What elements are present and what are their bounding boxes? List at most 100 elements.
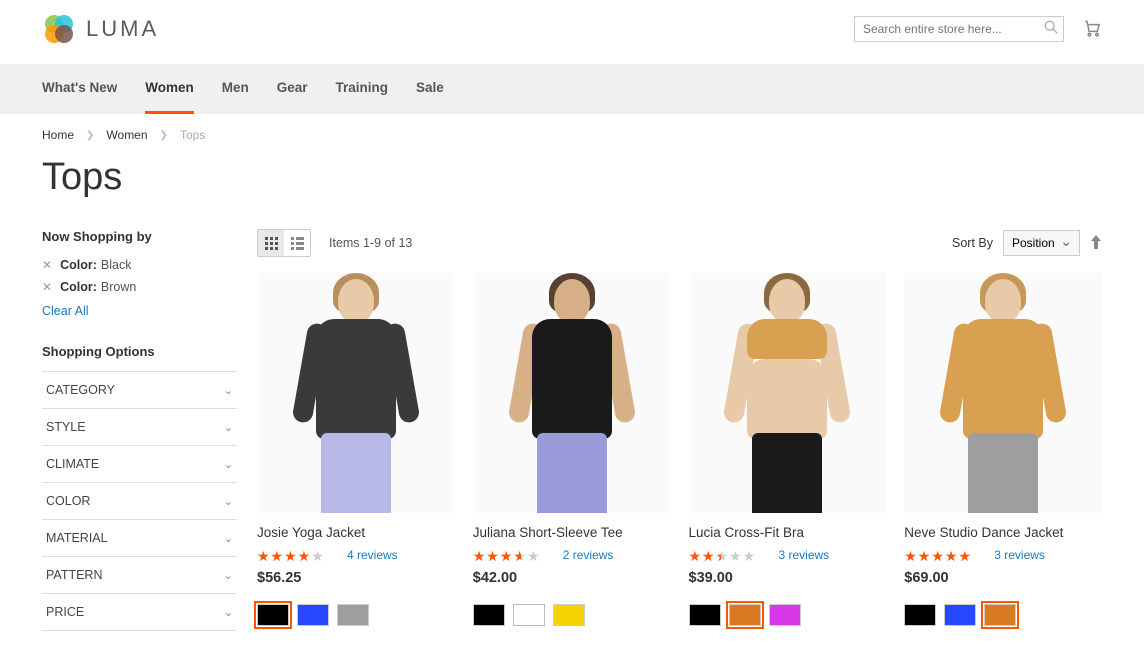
chevron-down-icon: ⌄	[224, 569, 233, 582]
chevron-right-icon: ❯	[160, 130, 168, 141]
color-swatch[interactable]	[337, 604, 369, 626]
filter-value: Brown	[101, 280, 136, 294]
view-mode-grid[interactable]	[258, 230, 284, 256]
product-name[interactable]: Juliana Short-Sleeve Tee	[473, 525, 671, 540]
cart-icon[interactable]	[1082, 18, 1102, 41]
filter-option-pattern[interactable]: PATTERN ⌄	[42, 556, 237, 593]
filter-option-label: CLIMATE	[46, 457, 99, 471]
color-swatch[interactable]	[297, 604, 329, 626]
page-title: Tops	[0, 156, 1144, 219]
chevron-down-icon: ⌄	[224, 532, 233, 545]
filter-value: Black	[101, 258, 132, 272]
product-card: Lucia Cross-Fit Bra ★★★★★★★★★★ 3 reviews $3…	[689, 273, 887, 626]
product-price: $69.00	[904, 570, 1102, 586]
color-swatch[interactable]	[944, 604, 976, 626]
product-rating: ★★★★★★★★★★	[904, 548, 984, 562]
nav-item-sale[interactable]: Sale	[416, 64, 444, 114]
logo[interactable]: LUMA	[42, 12, 159, 46]
search-box	[854, 16, 1064, 42]
sort-by-select[interactable]: Position	[1003, 230, 1080, 256]
breadcrumb-tops: Tops	[180, 128, 205, 142]
view-mode-list[interactable]	[284, 230, 310, 256]
logo-icon	[42, 12, 76, 46]
filter-option-label: PATTERN	[46, 568, 102, 582]
product-card: Josie Yoga Jacket ★★★★★★★★★★ 4 reviews $56.…	[257, 273, 455, 626]
product-name[interactable]: Lucia Cross-Fit Bra	[689, 525, 887, 540]
color-swatch[interactable]	[473, 604, 505, 626]
clear-all-link[interactable]: Clear All	[42, 304, 237, 318]
filter-option-material[interactable]: MATERIAL ⌄	[42, 519, 237, 556]
filter-option-climate[interactable]: CLIMATE ⌄	[42, 445, 237, 482]
list-icon	[291, 237, 304, 250]
product-image[interactable]	[257, 273, 455, 513]
color-swatch[interactable]	[689, 604, 721, 626]
remove-filter-icon[interactable]: ✕	[42, 280, 52, 294]
nav-item-gear[interactable]: Gear	[277, 64, 308, 114]
filter-option-label: CATEGORY	[46, 383, 115, 397]
product-image[interactable]	[689, 273, 887, 513]
search-input[interactable]	[854, 16, 1064, 42]
color-swatch[interactable]	[553, 604, 585, 626]
chevron-down-icon: ⌄	[224, 384, 233, 397]
main-nav: What's New Women Men Gear Training Sale	[0, 64, 1144, 114]
reviews-link[interactable]: 2 reviews	[563, 548, 614, 562]
filter-option-label: COLOR	[46, 494, 90, 508]
product-price: $42.00	[473, 570, 671, 586]
breadcrumb-women[interactable]: Women	[106, 128, 147, 142]
shopping-options-title: Shopping Options	[42, 344, 237, 359]
color-swatch[interactable]	[729, 604, 761, 626]
grid-icon	[265, 237, 278, 250]
view-mode-switcher	[257, 229, 311, 257]
filter-label: Color:	[60, 258, 97, 272]
remove-filter-icon[interactable]: ✕	[42, 258, 52, 272]
product-rating: ★★★★★★★★★★	[689, 548, 769, 562]
filter-option-label: PRICE	[46, 605, 84, 619]
filter-option-label: MATERIAL	[46, 531, 108, 545]
swatch-group	[257, 604, 455, 626]
chevron-down-icon: ⌄	[224, 421, 233, 434]
active-filter: ✕ Color: Brown	[42, 280, 237, 294]
swatch-group	[904, 604, 1102, 626]
color-swatch[interactable]	[257, 604, 289, 626]
product-price: $39.00	[689, 570, 887, 586]
nav-item-training[interactable]: Training	[336, 64, 389, 114]
nav-item-what-s-new[interactable]: What's New	[42, 64, 117, 114]
breadcrumb: Home ❯ Women ❯ Tops	[0, 114, 1144, 156]
item-count: Items 1-9 of 13	[329, 236, 412, 250]
now-shopping-by-title: Now Shopping by	[42, 229, 237, 244]
nav-item-women[interactable]: Women	[145, 64, 194, 114]
filter-option-color[interactable]: COLOR ⌄	[42, 482, 237, 519]
filter-option-category[interactable]: CATEGORY ⌄	[42, 371, 237, 408]
product-image[interactable]	[473, 273, 671, 513]
chevron-down-icon: ⌄	[224, 495, 233, 508]
sort-direction-toggle[interactable]	[1090, 235, 1102, 252]
breadcrumb-home[interactable]: Home	[42, 128, 74, 142]
nav-item-men[interactable]: Men	[222, 64, 249, 114]
product-image[interactable]	[904, 273, 1102, 513]
search-icon[interactable]	[1044, 20, 1058, 37]
logo-text: LUMA	[86, 16, 159, 42]
sort-by-label: Sort By	[952, 236, 993, 250]
product-price: $56.25	[257, 570, 455, 586]
reviews-link[interactable]: 4 reviews	[347, 548, 398, 562]
color-swatch[interactable]	[904, 604, 936, 626]
filter-label: Color:	[60, 280, 97, 294]
reviews-link[interactable]: 3 reviews	[779, 548, 830, 562]
product-card: Juliana Short-Sleeve Tee★★★★★★★★★★2 revi…	[473, 273, 671, 626]
color-swatch[interactable]	[513, 604, 545, 626]
color-swatch[interactable]	[984, 604, 1016, 626]
reviews-link[interactable]: 3 reviews	[994, 548, 1045, 562]
arrow-up-icon	[1090, 235, 1102, 249]
product-name[interactable]: Neve Studio Dance Jacket	[904, 525, 1102, 540]
swatch-group	[473, 604, 671, 626]
filter-option-style[interactable]: STYLE ⌄	[42, 408, 237, 445]
chevron-right-icon: ❯	[86, 130, 94, 141]
filter-option-label: STYLE	[46, 420, 86, 434]
product-rating: ★★★★★★★★★★	[257, 548, 337, 562]
color-swatch[interactable]	[769, 604, 801, 626]
chevron-down-icon: ⌄	[224, 606, 233, 619]
filter-option-price[interactable]: PRICE ⌄	[42, 593, 237, 631]
product-name[interactable]: Josie Yoga Jacket	[257, 525, 455, 540]
swatch-group	[689, 604, 887, 626]
chevron-down-icon: ⌄	[224, 458, 233, 471]
